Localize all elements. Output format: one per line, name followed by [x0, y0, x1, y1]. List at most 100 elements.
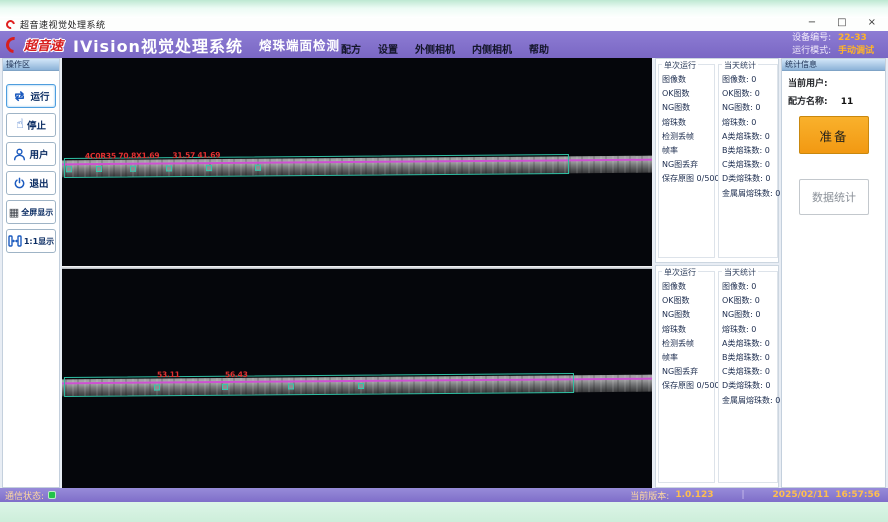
- annotation-text: 4C0R35 70.8X1.69: [85, 151, 159, 161]
- annotation-text: 31.57 41.69: [172, 150, 220, 159]
- stop-button[interactable]: ☝ 停止: [6, 113, 56, 137]
- stat-row: NG图数: 0: [722, 101, 777, 115]
- desktop-top-band: [0, 0, 888, 18]
- stat-row: 保存原图 0/500: [662, 379, 714, 393]
- close-icon[interactable]: ×: [868, 16, 876, 30]
- single-run-title: 单次运行: [662, 60, 698, 71]
- single-run-group: 单次运行 图像数 OK图数 NG图数 熔珠数 检测丢帧 帧率 NG图丢弃 保存原…: [658, 64, 715, 258]
- stat-row: 熔珠数: [662, 323, 714, 337]
- stat-row: NG图数: [662, 101, 714, 115]
- operation-buttons: 运行 ☝ 停止 用户: [3, 71, 59, 253]
- stat-row: 金属屑熔珠数: 0: [722, 394, 777, 408]
- outer-camera-viewport[interactable]: 4C0R35 70.8X1.69 31.57 41.69: [62, 58, 652, 266]
- main-area: 操作区 运行 ☝ 停止: [0, 58, 888, 488]
- daily-stats-title: 当天统计: [722, 267, 758, 278]
- single-run-rows: 图像数 OK图数 NG图数 熔珠数 检测丢帧 帧率 NG图丢弃 保存原图 0/5…: [659, 65, 714, 187]
- stat-row: 熔珠数: 0: [722, 323, 777, 337]
- menu-settings[interactable]: 设置: [378, 41, 398, 56]
- daily-stats-rows: 图像数: 0 OK图数: 0 NG图数: 0 熔珠数: 0 A类熔珠数: 0 B…: [719, 272, 777, 408]
- stat-row: 图像数: [662, 73, 714, 87]
- app-name: IVision视觉处理系统: [73, 33, 243, 57]
- device-number-label: 设备编号:: [792, 33, 831, 43]
- measurement-annotation: 56.43: [225, 370, 248, 379]
- fullscreen-button[interactable]: ▦ 全屏显示: [6, 200, 56, 224]
- window-title: 超音速视觉处理系统: [20, 18, 106, 31]
- stat-row: D类熔珠数: 0: [722, 379, 777, 393]
- recipe-name-row: 配方名称: 11: [782, 89, 885, 107]
- run-mode-value: 手动调试: [838, 46, 874, 56]
- stat-row: OK图数: [662, 294, 714, 308]
- stat-row: B类熔珠数: 0: [722, 351, 777, 365]
- stat-row: 图像数: 0: [722, 73, 777, 87]
- inner-camera-viewport[interactable]: 53.11 56.43: [62, 269, 652, 488]
- prepare-button[interactable]: 准备: [799, 116, 869, 154]
- data-statistics-button[interactable]: 数据统计: [799, 179, 869, 215]
- single-run-title: 单次运行: [662, 267, 698, 278]
- stat-row: 保存原图 0/500: [662, 172, 714, 186]
- single-run-group: 单次运行 图像数 OK图数 NG图数 熔珠数 检测丢帧 帧率 NG图丢弃 保存原…: [658, 271, 715, 483]
- stat-row: 熔珠数: [662, 116, 714, 130]
- user-button[interactable]: 用户: [6, 142, 56, 166]
- operation-panel-title: 操作区: [3, 59, 59, 71]
- stat-row: OK图数: [662, 87, 714, 101]
- recipe-name-value: 11: [841, 97, 854, 107]
- stat-row: OK图数: 0: [722, 87, 777, 101]
- app-subtitle: 熔珠端面检测: [259, 35, 340, 54]
- one-to-one-button[interactable]: 1:1显示: [6, 229, 56, 253]
- menu-inner-camera[interactable]: 内侧相机: [472, 41, 512, 56]
- operation-sidebar: 操作区 运行 ☝ 停止: [2, 58, 60, 488]
- stat-row: OK图数: 0: [722, 294, 777, 308]
- stat-row: 图像数: [662, 280, 714, 294]
- device-number-value: 22-33: [838, 33, 867, 43]
- separator: |: [742, 490, 745, 500]
- stats-panel-outer: 单次运行 图像数 OK图数 NG图数 熔珠数 检测丢帧 帧率 NG图丢弃 保存原…: [655, 58, 779, 263]
- recipe-name-label: 配方名称:: [788, 97, 828, 107]
- one-to-one-icon: [8, 235, 22, 247]
- menu-bar: 配方 设置 外侧相机 内侧相机 帮助: [341, 41, 549, 56]
- run-button-label: 运行: [30, 89, 49, 103]
- menu-outer-camera[interactable]: 外侧相机: [415, 41, 455, 56]
- statistics-info-title: 统计信息: [782, 59, 885, 71]
- user-icon: [13, 148, 26, 161]
- app-window: 超音速视觉处理系统 − □ × 超音速 IVision视觉处理系统 熔珠端面检测…: [0, 0, 888, 522]
- daily-stats-group: 当天统计 图像数: 0 OK图数: 0 NG图数: 0 熔珠数: 0 A类熔珠数…: [718, 271, 778, 483]
- statistics-info-panel: 统计信息 当前用户: 配方名称: 11 准备 数据统计: [781, 58, 886, 488]
- stat-row: 图像数: 0: [722, 280, 777, 294]
- comm-status: 通信状态:: [0, 489, 56, 502]
- stat-row: D类熔珠数: 0: [722, 172, 777, 186]
- stop-hand-icon: ☝: [16, 119, 24, 131]
- window-controls: − □ ×: [808, 16, 876, 30]
- power-icon: [13, 177, 26, 190]
- stat-row: 检测丢帧: [662, 337, 714, 351]
- run-mode-row: 运行模式: 手动调试: [792, 45, 874, 58]
- daily-stats-title: 当天统计: [722, 60, 758, 71]
- minimize-icon[interactable]: −: [808, 16, 816, 30]
- maximize-icon[interactable]: □: [837, 16, 846, 30]
- stat-row: 熔珠数: 0: [722, 116, 777, 130]
- run-button[interactable]: 运行: [6, 84, 56, 108]
- comm-status-label: 通信状态:: [5, 489, 44, 502]
- daily-stats-group: 当天统计 图像数: 0 OK图数: 0 NG图数: 0 熔珠数: 0 A类熔珠数…: [718, 64, 778, 258]
- stat-row: NG图丢弃: [662, 158, 714, 172]
- stat-row: 帧率: [662, 351, 714, 365]
- exit-button[interactable]: 退出: [6, 171, 56, 195]
- brand-logo-text: 超音速: [24, 35, 63, 54]
- date-value: 2025/02/11: [773, 490, 830, 500]
- stat-row: 金属屑熔珠数: 0: [722, 187, 777, 201]
- comm-status-green-indicator: [48, 491, 56, 499]
- app-header: 超音速 IVision视觉处理系统 熔珠端面检测 配方 设置 外侧相机 内侧相机…: [0, 31, 888, 58]
- stop-button-label: 停止: [27, 118, 46, 132]
- menu-recipe[interactable]: 配方: [341, 41, 361, 56]
- menu-help[interactable]: 帮助: [529, 41, 549, 56]
- header-branding: 超音速 IVision视觉处理系统 熔珠端面检测: [6, 31, 340, 58]
- version-datetime: 当前版本: 1.0.123 | 2025/02/11 16:57:56: [630, 489, 888, 502]
- stat-row: NG图丢弃: [662, 365, 714, 379]
- stat-row: B类熔珠数: 0: [722, 144, 777, 158]
- stat-row: A类熔珠数: 0: [722, 130, 777, 144]
- version-value: 1.0.123: [675, 490, 713, 500]
- stat-row: C类熔珠数: 0: [722, 365, 777, 379]
- single-run-rows: 图像数 OK图数 NG图数 熔珠数 检测丢帧 帧率 NG图丢弃 保存原图 0/5…: [659, 272, 714, 394]
- current-user-row: 当前用户:: [782, 71, 885, 89]
- stat-row: NG图数: 0: [722, 308, 777, 322]
- current-user-label: 当前用户:: [788, 79, 828, 89]
